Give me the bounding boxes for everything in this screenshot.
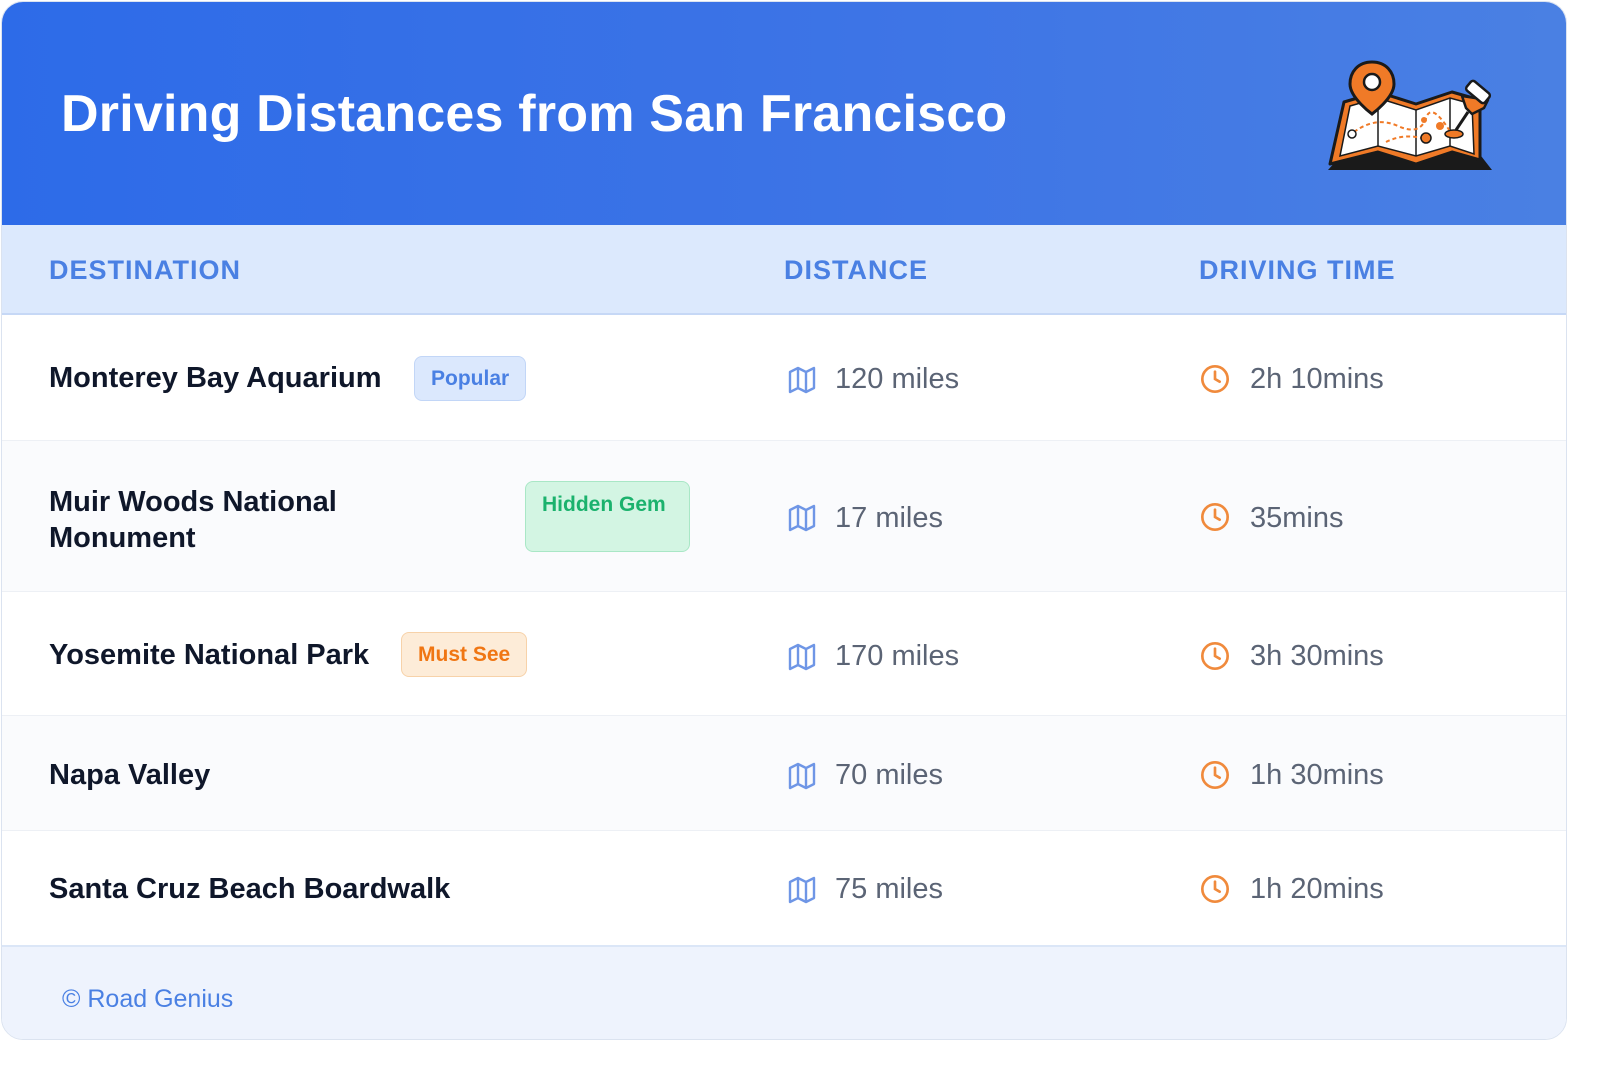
card-footer: © Road Genius <box>2 945 1566 1039</box>
column-header-distance: DISTANCE <box>784 255 929 285</box>
clock-icon <box>1201 365 1229 393</box>
map-icon <box>788 504 816 532</box>
card-header: Driving Distances from San Francisco <box>2 2 1566 225</box>
driving-time-value: 35mins <box>1250 502 1344 534</box>
distance-card: Driving Distances from San Francisco DES… <box>1 1 1567 1040</box>
driving-time-value: 2h 10mins <box>1250 363 1384 395</box>
clock-icon <box>1201 503 1229 531</box>
column-header-destination: DESTINATION <box>49 255 241 285</box>
destination-name: Monterey Bay Aquarium <box>49 362 382 394</box>
table-row: Yosemite National Park Must See 170 mile… <box>2 592 1566 716</box>
status-badge: Hidden Gem <box>525 481 690 552</box>
driving-time-value: 3h 30mins <box>1250 640 1384 672</box>
table-row: Monterey Bay Aquarium Popular 120 miles … <box>2 315 1566 441</box>
destination-name: Santa Cruz Beach Boardwalk <box>49 873 451 905</box>
folded-map-icon <box>1328 60 1492 170</box>
table-row: Muir Woods National Monument Hidden Gem … <box>2 441 1566 592</box>
map-icon <box>788 366 816 394</box>
clock-icon <box>1201 642 1229 670</box>
status-badge: Popular <box>414 356 527 401</box>
copyright-text: © Road Genius <box>62 985 234 1013</box>
column-header-driving-time: DRIVING TIME <box>1199 255 1396 285</box>
map-icon <box>788 643 816 671</box>
destination-name: Muir Woods National Monument <box>49 486 337 554</box>
map-icon <box>788 876 816 904</box>
destination-name: Napa Valley <box>49 759 211 791</box>
driving-time-value: 1h 20mins <box>1250 873 1384 905</box>
distance-value: 170 miles <box>835 640 960 672</box>
clock-icon <box>1201 875 1229 903</box>
destination-name: Yosemite National Park <box>49 639 370 671</box>
page-title: Driving Distances from San Francisco <box>61 85 1008 143</box>
map-icon <box>788 762 816 790</box>
distance-value: 75 miles <box>835 873 943 905</box>
table-row: Napa Valley 70 miles 1h 30mins <box>2 716 1566 831</box>
table-header-row: DESTINATION DISTANCE DRIVING TIME <box>2 225 1566 315</box>
status-badge: Must See <box>401 632 528 677</box>
distance-value: 70 miles <box>835 759 943 791</box>
distance-value: 17 miles <box>835 502 943 534</box>
distance-value: 120 miles <box>835 363 960 395</box>
table-row: Santa Cruz Beach Boardwalk 75 miles 1h 2… <box>2 831 1566 945</box>
driving-time-value: 1h 30mins <box>1250 759 1384 791</box>
clock-icon <box>1201 761 1229 789</box>
